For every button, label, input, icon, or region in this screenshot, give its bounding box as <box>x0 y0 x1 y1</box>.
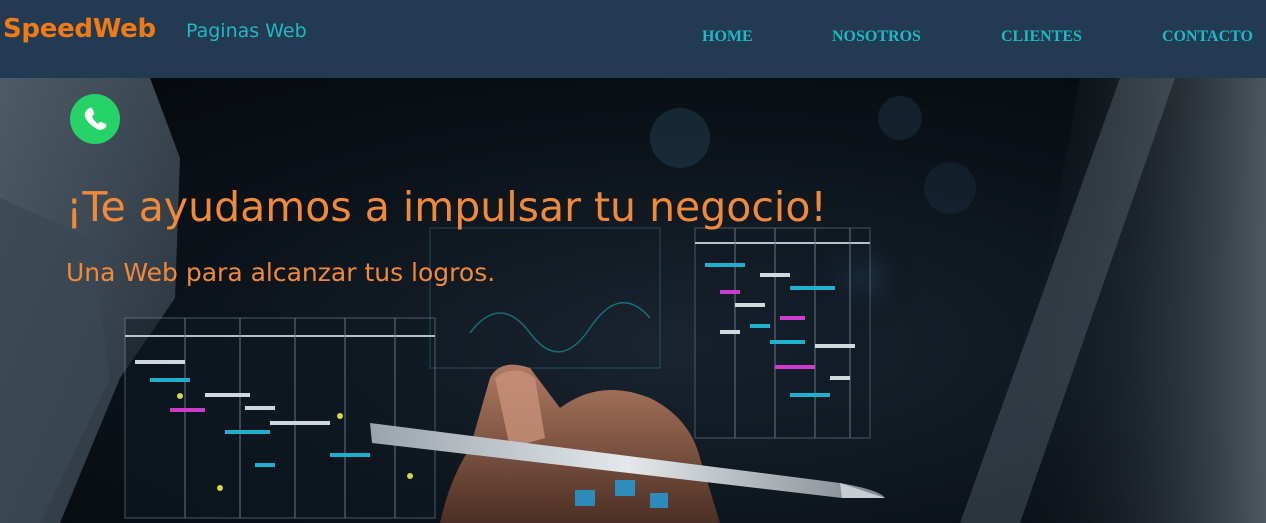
nav-contacto[interactable]: CONTACTO <box>1162 28 1253 46</box>
nav-clientes[interactable]: CLIENTES <box>1001 28 1082 46</box>
header-bar: SpeedWeb Paginas Web HOME NOSOTROS CLIEN… <box>0 0 1266 78</box>
hero-banner <box>0 78 1266 523</box>
hero-subline: Una Web para alcanzar tus logros. <box>66 258 496 287</box>
brand-logo[interactable]: SpeedWeb <box>3 14 156 44</box>
nav-home[interactable]: HOME <box>702 28 753 46</box>
nav-nosotros[interactable]: NOSOTROS <box>832 28 921 46</box>
brand-tagline: Paginas Web <box>186 20 307 42</box>
hero-background-image <box>0 78 1266 523</box>
hero-headline: ¡Te ayudamos a impulsar tu negocio! <box>66 183 827 231</box>
whatsapp-icon[interactable] <box>68 92 122 146</box>
